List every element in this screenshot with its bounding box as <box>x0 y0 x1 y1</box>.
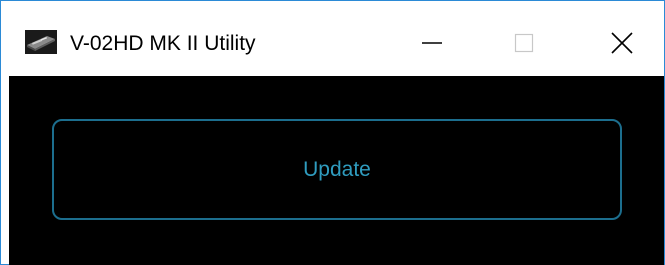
close-icon <box>610 31 634 55</box>
maximize-icon <box>513 32 535 54</box>
title-bar[interactable]: V-02HD MK II Utility <box>1 1 664 76</box>
device-icon <box>25 30 57 54</box>
update-button-label: Update <box>303 157 371 181</box>
update-button[interactable]: Update <box>52 119 622 220</box>
client-area: Update <box>9 76 664 265</box>
window-title: V-02HD MK II Utility <box>70 32 256 55</box>
minimize-icon <box>421 32 443 54</box>
maximize-button[interactable] <box>501 23 547 63</box>
app-window: V-02HD MK II Utility Update <box>0 0 665 265</box>
minimize-button[interactable] <box>409 23 455 63</box>
close-button[interactable] <box>599 23 645 63</box>
